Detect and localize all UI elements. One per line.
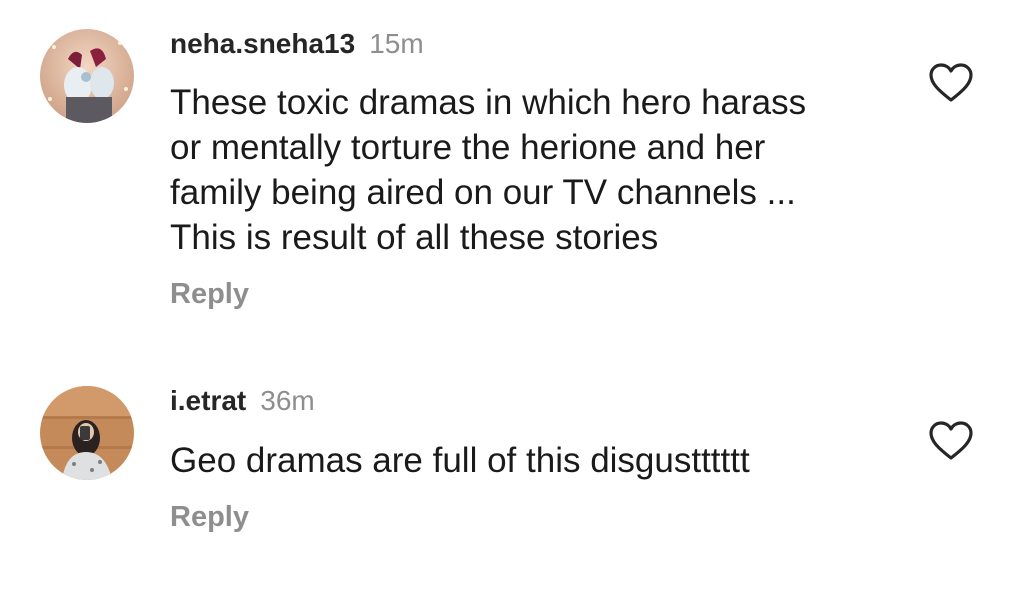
avatar[interactable] xyxy=(40,29,134,123)
like-button[interactable] xyxy=(928,421,974,461)
heart-outline-icon xyxy=(929,421,973,460)
comment-text-line: This is result of all these stories xyxy=(170,218,659,257)
comment-text-line: These toxic dramas in which hero harass xyxy=(170,83,807,122)
timestamp: 36m xyxy=(260,385,315,416)
timestamp: 15m xyxy=(369,28,424,59)
like-button[interactable] xyxy=(928,63,974,103)
reply-button[interactable]: Reply xyxy=(170,501,249,534)
avatar[interactable] xyxy=(40,386,134,480)
username[interactable]: neha.sneha13 xyxy=(170,28,355,59)
comment-text-line: or mentally torture the herione and her xyxy=(170,128,766,167)
comment-text: These toxic dramas in which hero harass … xyxy=(170,80,890,260)
comment-text-line: Geo dramas are full of this disgustttttt xyxy=(170,441,750,480)
heart-outline-icon xyxy=(929,63,973,102)
avatar-image xyxy=(40,29,134,123)
comment-meta: i.etrat 36m xyxy=(170,385,315,417)
avatar-image xyxy=(40,386,134,480)
username[interactable]: i.etrat xyxy=(170,385,246,416)
comment-text: Geo dramas are full of this disgustttttt xyxy=(170,438,890,483)
reply-button[interactable]: Reply xyxy=(170,278,249,311)
comment-meta: neha.sneha13 15m xyxy=(170,28,424,60)
comment-text-line: family being aired on our TV channels ..… xyxy=(170,173,796,212)
